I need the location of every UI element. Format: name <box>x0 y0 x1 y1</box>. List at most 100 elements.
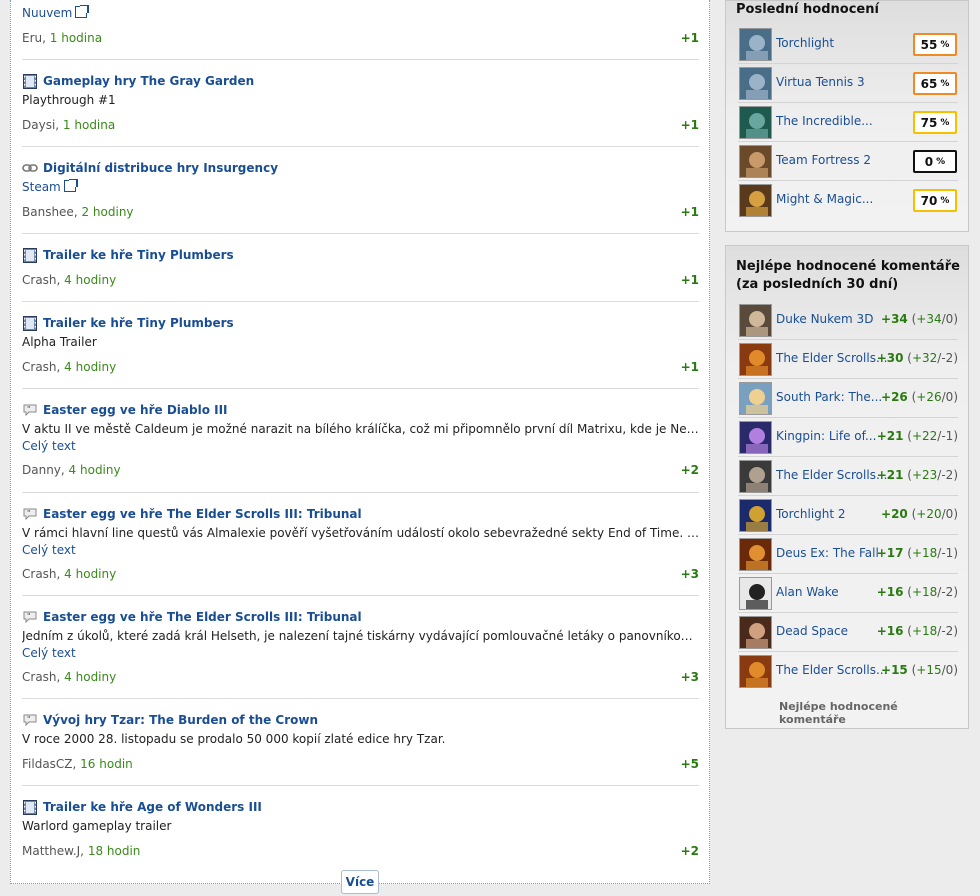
feed-item-user[interactable]: Crash <box>22 360 57 374</box>
game-name[interactable]: The Elder Scrolls... <box>776 663 887 677</box>
top-comments-link[interactable]: Nejlépe hodnocené komentáře <box>779 700 968 726</box>
rating-badge: 65% <box>913 72 957 95</box>
feed-item-score: +2 <box>680 463 699 477</box>
feed-item-excerpt: V aktu II ve městě Caldeum je možné nara… <box>22 422 699 436</box>
feed-item-excerpt: V rámci hlavní line questů vás Almalexie… <box>22 526 699 540</box>
game-name[interactable]: Deus Ex: The Fall <box>776 546 879 560</box>
feed-item-title[interactable]: " Easter egg ve hře The Elder Scrolls II… <box>22 609 362 625</box>
feed-item-title[interactable]: Digitální distribuce hry Insurgency <box>22 160 278 176</box>
feed-item-score: +1 <box>680 118 699 132</box>
feed-item-title[interactable]: Trailer ke hře Age of Wonders III <box>22 799 262 815</box>
game-name[interactable]: Kingpin: Life of... <box>776 429 876 443</box>
feed-item-user[interactable]: Eru <box>22 31 42 45</box>
game-name[interactable]: Dead Space <box>776 624 848 638</box>
game-thumbnail[interactable] <box>739 67 772 100</box>
game-name[interactable]: The Elder Scrolls... <box>776 351 887 365</box>
feed-item-user[interactable]: Matthew.J <box>22 844 80 858</box>
feed-item-meta: Matthew.J, 18 hodin +2 <box>22 844 699 858</box>
feed-item-user[interactable]: Crash <box>22 670 57 684</box>
feed-item-title[interactable]: Trailer ke hře Tiny Plumbers <box>22 247 234 263</box>
top-comment-row[interactable]: The Elder Scrolls... +15 (+15/0) <box>738 652 958 691</box>
feed-item-user[interactable]: Daysi <box>22 118 55 132</box>
feed-item-subtitle: Warlord gameplay trailer <box>22 819 172 833</box>
film-icon <box>22 247 38 263</box>
top-comment-row[interactable]: Kingpin: Life of... +21 (+22/-1) <box>738 418 958 457</box>
comment-score: +15 (+15/0) <box>881 663 958 677</box>
feed-item-excerpt: Jedním z úkolů, které zadá král Helseth,… <box>22 629 699 643</box>
rating-row[interactable]: The Incredible... 75% <box>738 103 958 142</box>
rating-row[interactable]: Torchlight 55% <box>738 25 958 64</box>
feed-item-user[interactable]: FildasCZ <box>22 757 73 771</box>
feed-item-title[interactable]: " Easter egg ve hře The Elder Scrolls II… <box>22 506 362 522</box>
feed-item: Digitální distribuce hry Insurgency Stea… <box>22 147 699 234</box>
feed-item-title[interactable]: Gameplay hry The Gray Garden <box>22 73 254 89</box>
feed-item-title[interactable]: " Easter egg ve hře Diablo III <box>22 402 228 418</box>
feed-item-title[interactable]: " Vývoj hry Tzar: The Burden of the Crow… <box>22 712 318 728</box>
game-thumbnail[interactable] <box>739 538 772 571</box>
top-comment-row[interactable]: The Elder Scrolls... +21 (+23/-2) <box>738 457 958 496</box>
game-thumbnail[interactable] <box>739 28 772 61</box>
top-comment-row[interactable]: Alan Wake +16 (+18/-2) <box>738 574 958 613</box>
game-thumbnail[interactable] <box>739 616 772 649</box>
full-text-link[interactable]: Celý text <box>22 542 699 558</box>
feed-item-time: 4 hodiny <box>64 360 117 374</box>
top-comment-row[interactable]: Duke Nukem 3D +34 (+34/0) <box>738 301 958 340</box>
game-name[interactable]: Alan Wake <box>776 585 839 599</box>
top-comment-row[interactable]: South Park: The... +26 (+26/0) <box>738 379 958 418</box>
feed-item-user[interactable]: Banshee <box>22 205 74 219</box>
feed-item-score: +5 <box>680 757 699 771</box>
comment-score: +21 (+23/-2) <box>876 468 958 482</box>
feed-item-time: 16 hodin <box>80 757 133 771</box>
rating-badge: 0% <box>913 150 957 173</box>
feed-item-user[interactable]: Crash <box>22 567 57 581</box>
feed-item-score: +3 <box>680 567 699 581</box>
game-thumbnail[interactable] <box>739 499 772 532</box>
game-thumbnail[interactable] <box>739 304 772 337</box>
game-name[interactable]: Might & Magic... <box>776 192 873 206</box>
quote-bubble-icon: " <box>22 610 38 625</box>
game-thumbnail[interactable] <box>739 382 772 415</box>
feed-item-link[interactable]: Nuuvem <box>22 5 699 21</box>
feed-item-meta: Crash, 4 hodiny +1 <box>22 273 699 287</box>
game-name[interactable]: Duke Nukem 3D <box>776 312 873 326</box>
latest-ratings-panel: Poslední hodnocení Torchlight 55% Virtua T… <box>725 0 969 232</box>
game-thumbnail[interactable] <box>739 343 772 376</box>
game-thumbnail[interactable] <box>739 145 772 178</box>
rating-row[interactable]: Virtua Tennis 3 65% <box>738 64 958 103</box>
game-thumbnail[interactable] <box>739 421 772 454</box>
full-text-link[interactable]: Celý text <box>22 645 699 661</box>
game-name[interactable]: Team Fortress 2 <box>776 153 871 167</box>
more-button[interactable]: Více <box>341 870 379 894</box>
feed-item-user[interactable]: Crash <box>22 273 57 287</box>
feed-item-link[interactable]: Steam <box>22 179 699 195</box>
rating-row[interactable]: Team Fortress 2 0% <box>738 142 958 181</box>
comment-score: +20 (+20/0) <box>881 507 958 521</box>
game-name[interactable]: South Park: The... <box>776 390 882 404</box>
game-thumbnail[interactable] <box>739 460 772 493</box>
game-name[interactable]: The Incredible... <box>776 114 873 128</box>
game-thumbnail[interactable] <box>739 655 772 688</box>
feed-item-title[interactable]: Trailer ke hře Tiny Plumbers <box>22 315 234 331</box>
rating-badge: 75% <box>913 111 957 134</box>
film-icon <box>22 315 38 331</box>
top-comment-row[interactable]: Deus Ex: The Fall +17 (+18/-1) <box>738 535 958 574</box>
full-text-link[interactable]: Celý text <box>22 438 699 454</box>
top-comment-row[interactable]: The Elder Scrolls... +30 (+32/-2) <box>738 340 958 379</box>
game-thumbnail[interactable] <box>739 184 772 217</box>
rating-row[interactable]: Might & Magic... 70% <box>738 181 958 220</box>
game-thumbnail[interactable] <box>739 577 772 610</box>
game-name[interactable]: Torchlight 2 <box>776 507 846 521</box>
game-name[interactable]: Virtua Tennis 3 <box>776 75 865 89</box>
feed-item-score: +1 <box>680 205 699 219</box>
game-name[interactable]: The Elder Scrolls... <box>776 468 887 482</box>
feed-item-meta: Crash, 4 hodiny +3 <box>22 670 699 684</box>
top-comment-row[interactable]: Torchlight 2 +20 (+20/0) <box>738 496 958 535</box>
feed-item-meta: Crash, 4 hodiny +3 <box>22 567 699 581</box>
feed-item-user[interactable]: Danny <box>22 463 61 477</box>
game-thumbnail[interactable] <box>739 106 772 139</box>
comment-score: +21 (+22/-1) <box>876 429 958 443</box>
feed-item-score: +1 <box>680 360 699 374</box>
top-comment-row[interactable]: Dead Space +16 (+18/-2) <box>738 613 958 652</box>
feed-item-time: 4 hodiny <box>64 273 117 287</box>
game-name[interactable]: Torchlight <box>776 36 834 50</box>
